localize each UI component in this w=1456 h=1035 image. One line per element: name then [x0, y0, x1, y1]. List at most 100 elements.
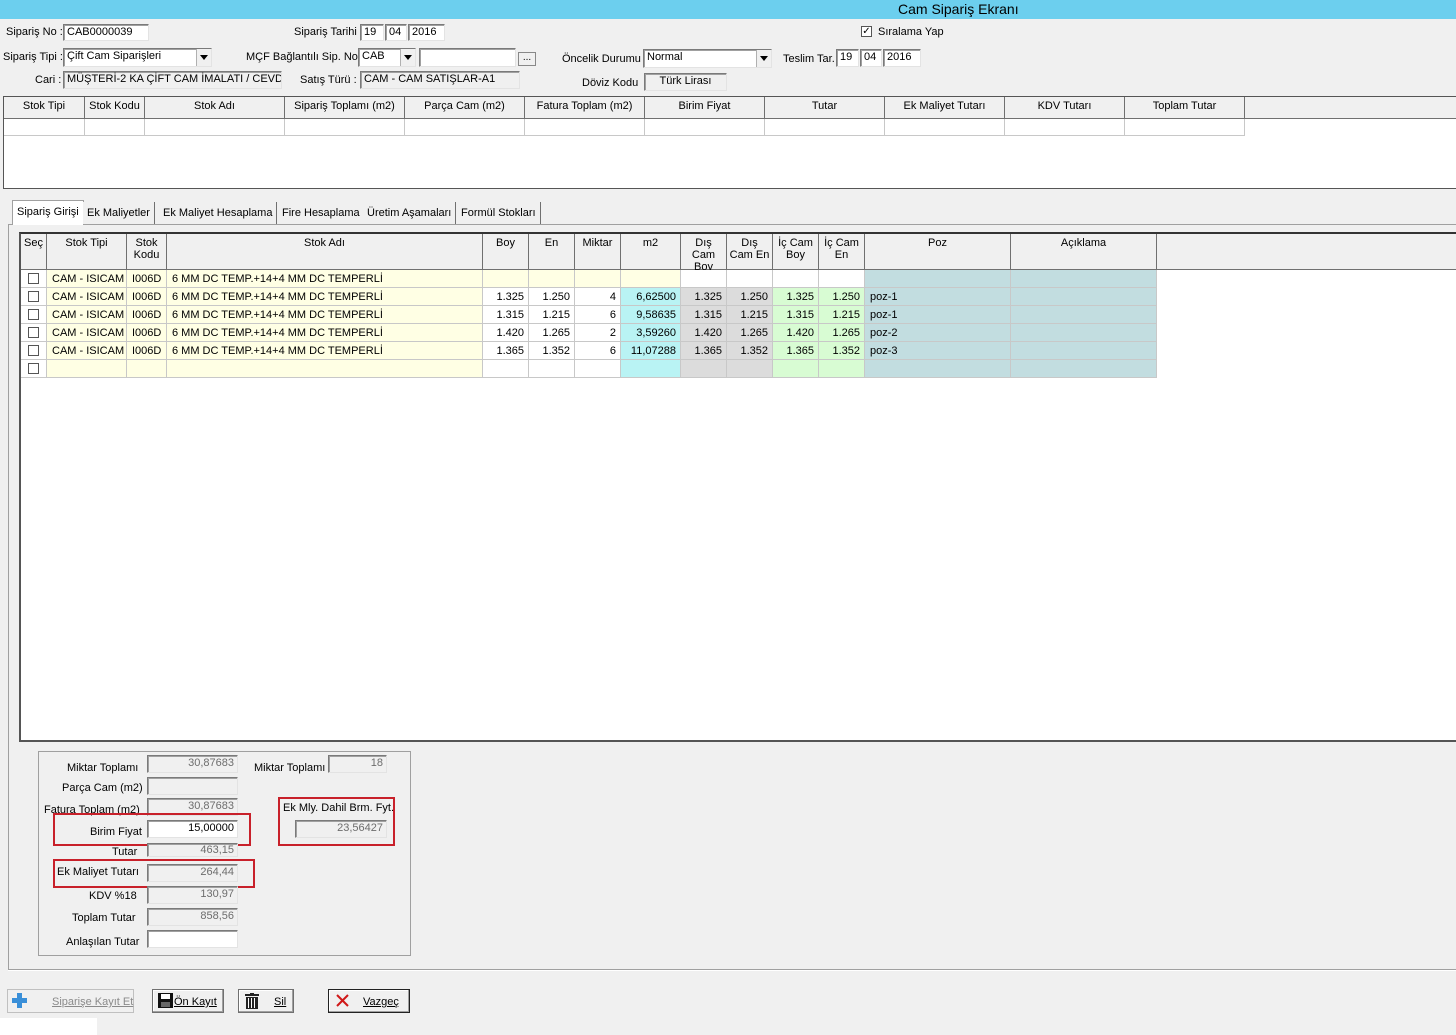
teslim-tarihi-month[interactable]: 04 [860, 49, 882, 67]
table-cell[interactable]: 1.325 [483, 288, 529, 306]
table-cell[interactable] [483, 360, 529, 378]
siparis-tarihi-month[interactable]: 04 [385, 24, 407, 41]
anlasilan-field[interactable] [147, 930, 238, 948]
table-cell[interactable]: 3,59260 [621, 324, 681, 342]
table-cell[interactable]: 11,07288 [621, 342, 681, 360]
table-cell[interactable]: 6 [575, 342, 621, 360]
summary-cell[interactable] [405, 119, 525, 136]
table-cell[interactable]: 1.250 [819, 288, 865, 306]
table-cell[interactable]: CAM - ISICAM [47, 342, 127, 360]
table-cell[interactable] [483, 270, 529, 288]
table-cell[interactable] [167, 360, 483, 378]
on-kayit-button[interactable]: Ön Kayıt [152, 989, 224, 1013]
table-cell[interactable] [621, 360, 681, 378]
summary-col-header[interactable]: KDV Tutarı [1005, 97, 1125, 119]
row-select-checkbox[interactable] [28, 327, 39, 338]
summary-cell[interactable] [285, 119, 405, 136]
tab-uretim-asamalari[interactable]: Üretim Aşamaları [363, 202, 457, 224]
table-cell[interactable]: 1.365 [681, 342, 727, 360]
table-cell[interactable]: 6 MM DC TEMP.+14+4 MM DC TEMPERLİ [167, 288, 483, 306]
sil-button[interactable]: Sil [238, 989, 294, 1013]
table-cell[interactable]: I006D [127, 342, 167, 360]
siparis-tarihi-year[interactable]: 2016 [408, 24, 445, 41]
summary-col-header[interactable]: Stok Kodu [85, 97, 145, 119]
table-cell[interactable]: I006D [127, 288, 167, 306]
row-select-cell[interactable] [21, 342, 47, 360]
cari-field[interactable]: MÜŞTERİ-2 KA ÇİFT CAM İMALATI / CEVD [63, 71, 282, 89]
table-cell[interactable]: 1.250 [529, 288, 575, 306]
tab-siparis-girisi[interactable]: Sipariş Girişi [12, 200, 84, 225]
summary-cell[interactable] [145, 119, 285, 136]
row-select-cell[interactable] [21, 270, 47, 288]
table-cell[interactable]: 1.215 [529, 306, 575, 324]
oncelik-select[interactable]: Normal [643, 49, 772, 68]
table-cell[interactable]: CAM - ISICAM [47, 324, 127, 342]
table-cell[interactable] [621, 270, 681, 288]
siparis-tarihi-day[interactable]: 19 [360, 24, 384, 41]
miktar-toplami-field[interactable]: 30,87683 [147, 755, 238, 773]
table-cell[interactable]: 1.215 [819, 306, 865, 324]
table-cell[interactable]: I006D [127, 306, 167, 324]
order-col-header[interactable]: Stok Adı [167, 234, 483, 270]
table-cell[interactable] [47, 360, 127, 378]
order-col-header[interactable]: Stok Tipi [47, 234, 127, 270]
table-cell[interactable] [773, 360, 819, 378]
row-select-cell[interactable] [21, 306, 47, 324]
doviz-field[interactable]: Türk Lirası [644, 73, 727, 91]
chevron-down-icon[interactable] [756, 50, 771, 67]
satis-turu-field[interactable]: CAM - CAM SATIŞLAR-A1 [360, 71, 520, 89]
summary-col-header[interactable]: Tutar [765, 97, 885, 119]
miktar-toplami2-field[interactable]: 18 [328, 755, 387, 773]
table-cell[interactable] [865, 270, 1011, 288]
table-cell[interactable] [1011, 324, 1157, 342]
table-cell[interactable] [127, 360, 167, 378]
table-cell[interactable] [865, 360, 1011, 378]
row-select-cell[interactable] [21, 288, 47, 306]
table-cell[interactable] [529, 360, 575, 378]
table-cell[interactable] [1011, 360, 1157, 378]
teslim-tarihi-day[interactable]: 19 [836, 49, 859, 67]
teslim-tarihi-year[interactable]: 2016 [883, 49, 921, 67]
row-select-checkbox[interactable] [28, 363, 39, 374]
row-select-cell[interactable] [21, 360, 47, 378]
mcf-browse-button[interactable]: ... [518, 52, 536, 66]
summary-cell[interactable] [645, 119, 765, 136]
table-cell[interactable] [727, 360, 773, 378]
summary-cell[interactable] [85, 119, 145, 136]
summary-cell[interactable] [885, 119, 1005, 136]
table-cell[interactable] [1011, 342, 1157, 360]
order-grid[interactable]: Seç Stok Tipi Stok Kodu Stok Adı Boy En … [19, 232, 1456, 742]
summary-col-header[interactable]: Stok Adı [145, 97, 285, 119]
order-col-header[interactable]: İç Cam Boy [773, 234, 819, 270]
table-cell[interactable] [819, 360, 865, 378]
table-cell[interactable]: poz-3 [865, 342, 1011, 360]
order-col-header[interactable]: En [529, 234, 575, 270]
table-cell[interactable] [773, 270, 819, 288]
table-cell[interactable]: 1.325 [681, 288, 727, 306]
table-cell[interactable] [819, 270, 865, 288]
table-cell[interactable]: 2 [575, 324, 621, 342]
table-cell[interactable]: 6 MM DC TEMP.+14+4 MM DC TEMPERLİ [167, 342, 483, 360]
order-col-header[interactable]: Poz [865, 234, 1011, 270]
table-cell[interactable] [1011, 288, 1157, 306]
table-cell[interactable]: 1.265 [819, 324, 865, 342]
summary-col-header[interactable]: Sipariş Toplamı (m2) [285, 97, 405, 119]
tab-formul-stoklari[interactable]: Formül Stokları [457, 202, 541, 224]
row-select-checkbox[interactable] [28, 273, 39, 284]
table-cell[interactable]: 6 MM DC TEMP.+14+4 MM DC TEMPERLİ [167, 324, 483, 342]
table-cell[interactable]: CAM - ISICAM [47, 288, 127, 306]
summary-col-header[interactable]: Stok Tipi [4, 97, 85, 119]
summary-col-header[interactable]: Toplam Tutar [1125, 97, 1245, 119]
siparis-no-field[interactable]: CAB0000039 [63, 24, 149, 41]
table-cell[interactable] [727, 270, 773, 288]
table-cell[interactable]: poz-1 [865, 288, 1011, 306]
summary-cell[interactable] [1125, 119, 1245, 136]
tab-ek-maliyetler[interactable]: Ek Maliyetler [83, 202, 155, 224]
order-col-header[interactable]: m2 [621, 234, 681, 270]
table-cell[interactable]: 1.315 [483, 306, 529, 324]
summary-grid[interactable]: Stok Tipi Stok Kodu Stok Adı Sipariş Top… [3, 96, 1456, 189]
table-cell[interactable]: 1.250 [727, 288, 773, 306]
siralama-checkbox[interactable]: ✓ [861, 26, 872, 37]
table-cell[interactable] [681, 270, 727, 288]
table-cell[interactable]: 1.420 [483, 324, 529, 342]
